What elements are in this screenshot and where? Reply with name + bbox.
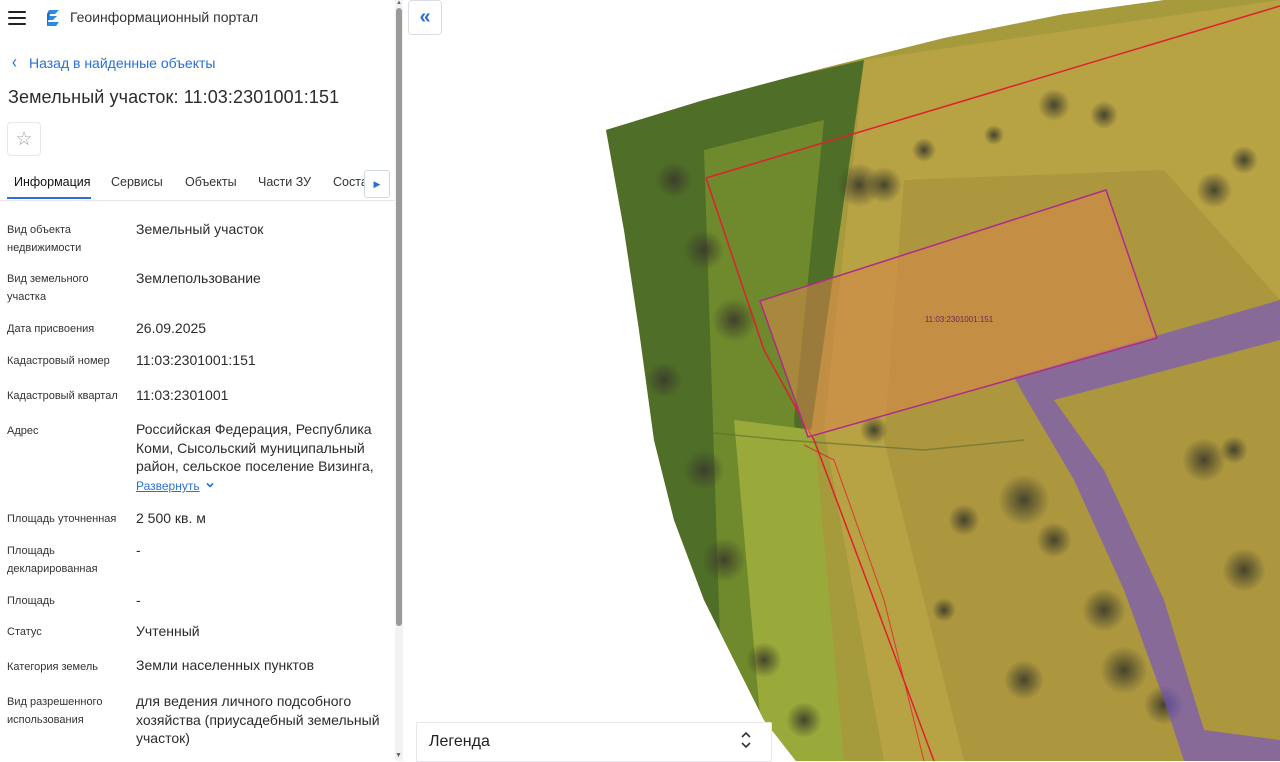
address-value: Российская Федерация, Республика Коми, С… [136,421,374,474]
tabs-scroll-right-button[interactable]: ▶ [364,170,390,198]
back-link-label: Назад в найденные объекты [29,54,216,71]
page-title: Земельный участок: 11:03:2301001:151 [8,87,340,107]
tab-land-parts[interactable]: Части ЗУ [258,175,311,189]
back-to-results-link[interactable]: ‹ Назад в найденные объекты [12,52,216,73]
star-outline-icon: ☆ [15,128,33,150]
parcel-label: 11:03:2301001:151 [925,315,994,324]
legend-panel[interactable]: Легенда [416,722,772,762]
tab-services[interactable]: Сервисы [111,175,163,189]
scroll-up-arrow-icon[interactable]: ▲ [396,0,402,6]
hamburger-menu-icon[interactable] [8,11,26,25]
detail-value: - [136,592,141,608]
detail-value: 2 500 кв. м [136,510,206,526]
detail-label: Площадь [7,595,55,607]
detail-value: Земельный участок [136,221,264,237]
double-chevron-left-icon: « [419,6,431,28]
detail-label: Кадастровый квартал [7,390,118,402]
detail-label: Площадь декларированная [7,545,98,575]
detail-label: Вид земельного участка [7,273,89,303]
detail-label: Кадастровый номер [7,355,110,367]
detail-label: Вид объекта недвижимости [7,224,82,254]
detail-value: Земли населенных пунктов [136,657,315,673]
detail-value: - [136,542,141,558]
detail-value: для ведения личного подсобного хозяйства… [136,693,380,746]
caret-right-icon: ▶ [373,178,381,189]
map-canvas[interactable]: 11:03:2301001:151 [404,0,1280,761]
collapse-panel-button[interactable]: « [408,0,442,35]
tab-bar: Информация Сервисы Объекты Части ЗУ Сост… [0,165,395,201]
panel-scrollbar-thumb[interactable] [396,8,402,626]
tab-information[interactable]: Информация [14,175,91,189]
top-bar: Геоинформационный портал [0,0,395,36]
favorite-button[interactable]: ☆ [7,122,41,156]
object-info-panel: Геоинформационный портал ‹ Назад в найде… [0,0,404,761]
detail-label: Вид разрешенного использования [7,696,103,726]
detail-label: Дата присвоения [7,323,95,335]
active-tab-indicator [7,197,91,199]
expand-address-link[interactable]: Развернуть [136,479,200,493]
expand-collapse-icon[interactable] [740,730,752,750]
detail-label: Адрес [7,425,39,437]
tab-objects[interactable]: Объекты [185,175,237,189]
portal-logo-icon [47,10,59,26]
app-title: Геоинформационный портал [70,9,259,25]
detail-label: Категория земель [7,661,98,673]
detail-value: Землепользование [136,270,261,286]
scroll-down-arrow-icon[interactable]: ▼ [395,752,402,759]
detail-label: Статус [7,626,42,638]
detail-value: Учтенный [136,623,200,639]
chevron-down-icon[interactable] [205,480,215,490]
detail-value: 11:03:2301001:151 [136,352,256,368]
map-view[interactable]: 11:03:2301001:151 [404,0,1280,761]
detail-label: Площадь уточненная [7,513,117,525]
detail-value: 26.09.2025 [136,320,207,336]
tab-composition[interactable]: Соста [333,175,368,189]
detail-value: 11:03:2301001 [136,387,229,403]
legend-label: Легенда [429,733,490,750]
chevron-left-icon: ‹ [12,52,17,73]
